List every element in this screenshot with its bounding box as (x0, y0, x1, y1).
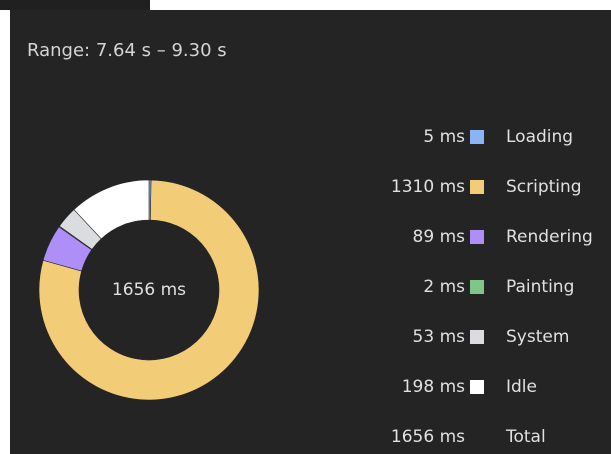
range-label: Range: 7.64 s – 9.30 s (27, 40, 227, 61)
total-label: Total (506, 427, 546, 447)
legend-value: 198 ms (401, 377, 465, 397)
legend-label: Scripting (506, 177, 582, 197)
tab-strip-edge (0, 0, 150, 10)
idle-color-swatch (470, 380, 484, 394)
total-value: 1656 ms (390, 427, 465, 447)
scripting-color-swatch (470, 180, 484, 194)
legend-value: 89 ms (412, 227, 465, 247)
system-color-swatch (470, 330, 484, 344)
legend-value: 2 ms (423, 277, 465, 297)
legend-row-painting: 2 ms Painting (310, 274, 611, 300)
legend-row-system: 53 ms System (310, 324, 611, 350)
legend-label: Loading (506, 127, 574, 147)
legend-label: Painting (506, 277, 575, 297)
legend-value: 53 ms (412, 327, 465, 347)
legend-value: 5 ms (423, 127, 465, 147)
legend-row-scripting: 1310 ms Scripting (310, 174, 611, 200)
legend-row-total: 1656 ms Total (310, 424, 611, 450)
painting-color-swatch (470, 280, 484, 294)
legend-label: Idle (506, 377, 537, 397)
rendering-color-swatch (470, 230, 484, 244)
legend-row-idle: 198 ms Idle (310, 374, 611, 400)
legend-value: 1310 ms (390, 177, 465, 197)
summary-panel: Range: 7.64 s – 9.30 s 1656 ms 5 ms Load… (10, 10, 611, 454)
legend-label: Rendering (506, 227, 593, 247)
loading-color-swatch (470, 130, 484, 144)
legend-label: System (506, 327, 570, 347)
legend-row-rendering: 89 ms Rendering (310, 224, 611, 250)
legend-row-loading: 5 ms Loading (310, 124, 611, 150)
donut-center-label: 1656 ms (112, 280, 186, 300)
activity-donut-chart: 1656 ms (38, 179, 260, 401)
